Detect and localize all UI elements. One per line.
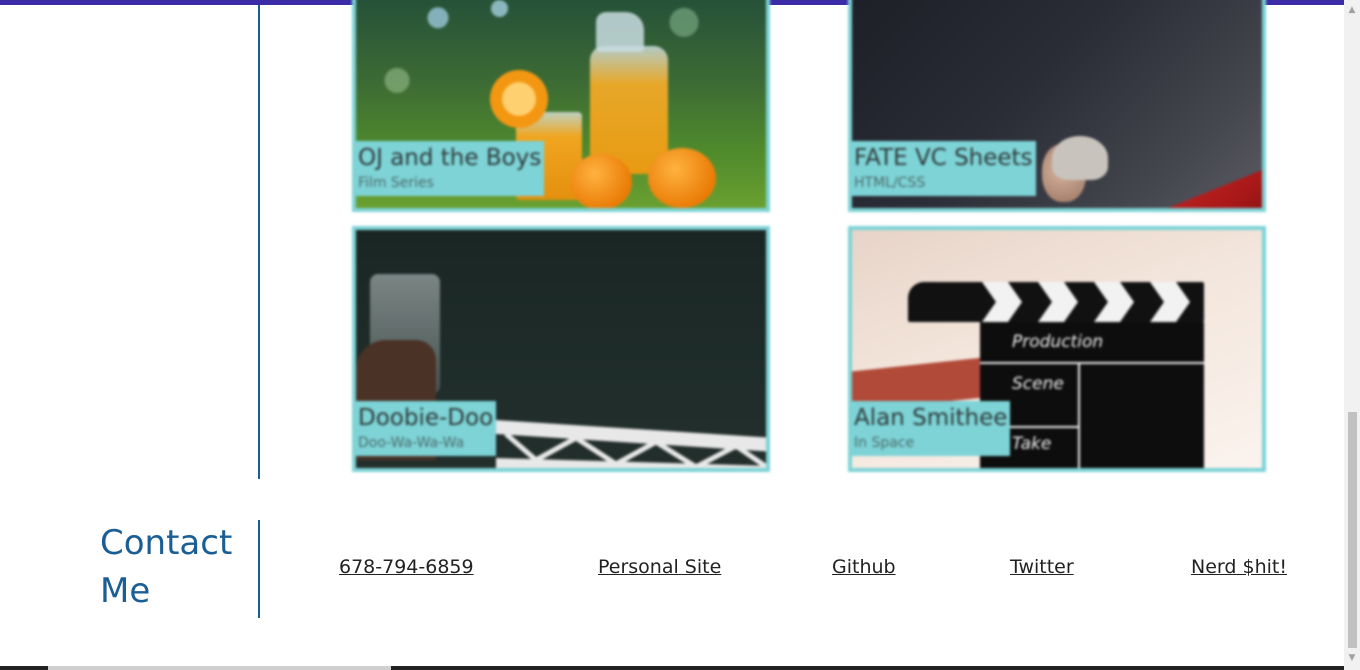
portfolio-subtitle: Film Series	[358, 175, 434, 191]
chevron-up-icon[interactable]: ▲	[1344, 2, 1360, 18]
portfolio-caption: Doobie-Doo Doo-Wa-Wa-Wa	[356, 401, 497, 456]
portfolio-card-oj[interactable]: OJ and the Boys Film Series	[352, 0, 770, 212]
phone-link[interactable]: 678-794-6859	[339, 556, 474, 578]
portfolio-caption: FATE VC Sheets HTML/CSS	[852, 141, 1036, 196]
vertical-scrollbar[interactable]: ▲ ▼	[1344, 0, 1360, 670]
twitter-link[interactable]: Twitter	[1010, 556, 1074, 578]
portfolio-card-fate[interactable]: FATE VC Sheets HTML/CSS	[848, 0, 1266, 212]
contact-heading: Contact Me	[100, 523, 233, 611]
portfolio-card-doobie[interactable]: Doobie-Doo Doo-Wa-Wa-Wa	[352, 226, 770, 472]
portfolio-title: Doobie-Doo	[358, 405, 494, 431]
portfolio-title: OJ and the Boys	[358, 145, 542, 171]
contact-divider	[258, 520, 260, 618]
bottom-edge-highlight	[48, 666, 391, 670]
portfolio-caption: Alan Smithee In Space	[852, 401, 1011, 456]
portfolio-title: Alan Smithee	[854, 405, 1008, 431]
portfolio-subtitle: In Space	[854, 435, 915, 451]
personal-site-link[interactable]: Personal Site	[598, 556, 721, 578]
portfolio-subtitle: HTML/CSS	[854, 175, 926, 191]
chevron-down-icon[interactable]: ▼	[1344, 650, 1360, 666]
scrollbar-thumb[interactable]	[1348, 412, 1357, 648]
nerd-link[interactable]: Nerd $hit!	[1191, 556, 1287, 578]
clapperboard-take-label: Take	[1012, 434, 1052, 454]
github-link[interactable]: Github	[832, 556, 896, 578]
portfolio-card-alan[interactable]: Production Scene Take Alan Smithee In Sp…	[848, 226, 1266, 472]
portfolio-subtitle: Doo-Wa-Wa-Wa	[358, 435, 465, 451]
portfolio-title: FATE VC Sheets	[854, 145, 1033, 171]
page: OJ and the Boys Film Series FATE VC Shee…	[0, 0, 1360, 670]
portfolio-left-divider	[258, 5, 260, 479]
clapperboard-scene-label: Scene	[1012, 374, 1064, 394]
portfolio-caption: OJ and the Boys Film Series	[356, 141, 545, 196]
clapperboard-production-label: Production	[1012, 332, 1104, 352]
